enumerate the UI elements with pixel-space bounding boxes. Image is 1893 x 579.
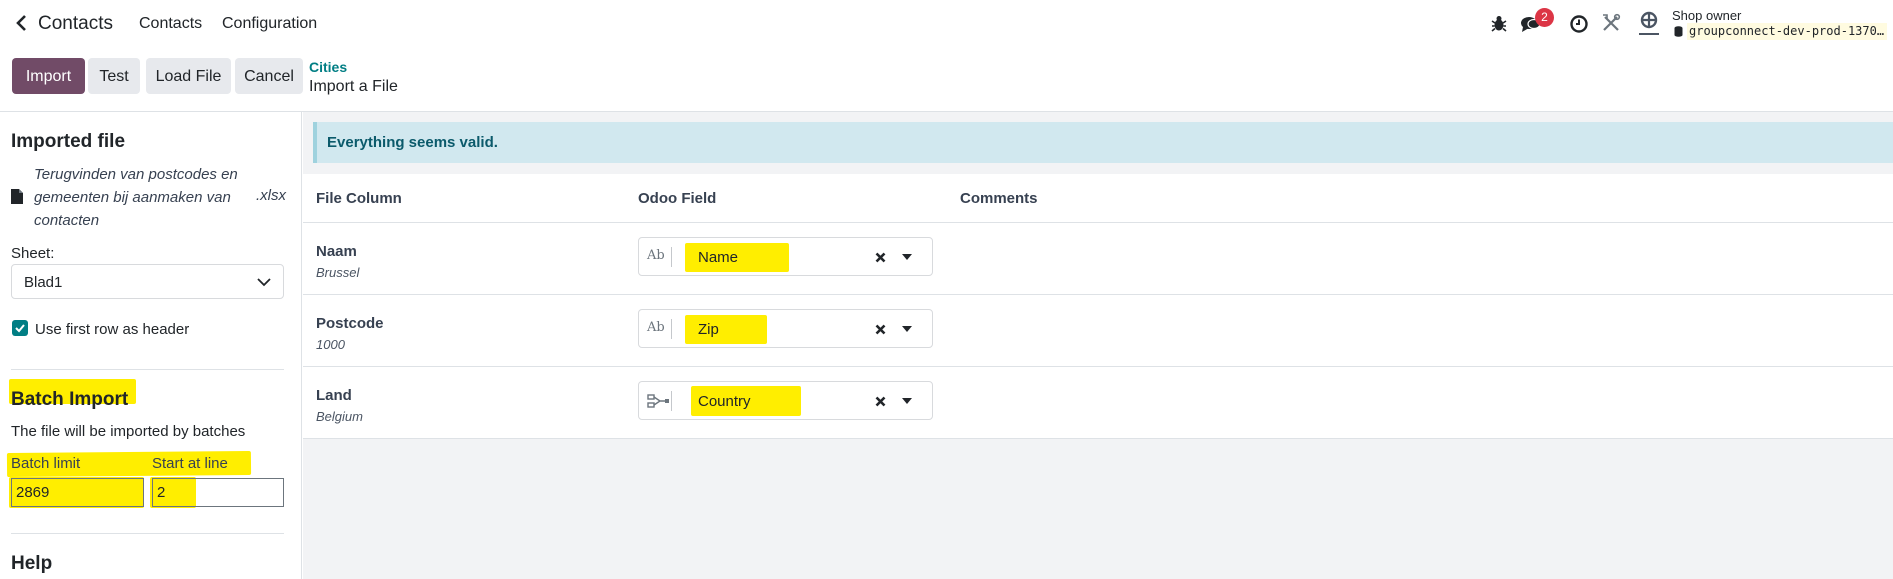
help-title: Help <box>11 553 53 574</box>
user-role[interactable]: Shop owner <box>1672 8 1741 23</box>
database-name[interactable]: groupconnect-dev-prod-1370… <box>1687 23 1888 40</box>
odoo-field-value: Country <box>698 393 751 410</box>
breadcrumb-parent[interactable]: Cities <box>309 59 347 75</box>
batch-limit-input[interactable]: 2869 <box>11 478 144 507</box>
header-file-column: File Column <box>316 190 402 207</box>
header-odoo-field: Odoo Field <box>638 190 717 207</box>
type-separator <box>671 247 672 267</box>
sheet-select[interactable]: Blad1 <box>11 264 284 299</box>
checkmark-icon <box>15 324 25 333</box>
start-at-line-label: Start at line <box>152 455 228 472</box>
use-first-row-header-label[interactable]: Use first row as header <box>35 321 189 338</box>
sidebar-divider <box>11 369 284 370</box>
start-at-line-input[interactable]: 2 <box>152 478 284 507</box>
relation-type-icon <box>647 394 669 408</box>
file-icon <box>11 189 23 204</box>
file-column-sample: Belgium <box>316 409 363 424</box>
database-icon <box>1674 26 1683 37</box>
imported-file-name: Terugvinden van postcodes en gemeenten b… <box>34 166 238 229</box>
cancel-button[interactable]: Cancel <box>235 58 303 94</box>
type-separator <box>671 391 672 411</box>
clear-icon[interactable] <box>875 396 886 407</box>
menu-item-contacts[interactable]: Contacts <box>139 15 202 33</box>
tools-icon[interactable] <box>1600 12 1622 34</box>
back-chevron-icon[interactable] <box>15 14 29 32</box>
clear-icon[interactable] <box>875 252 886 263</box>
odoo-field-select[interactable]: Ab Zip <box>638 309 933 348</box>
bug-icon[interactable] <box>1488 12 1510 34</box>
sheet-label: Sheet: <box>11 245 55 262</box>
table-row: Land Belgium Country <box>303 367 1893 439</box>
top-navbar: Contacts Contacts Configuration 2 Shop o… <box>0 0 1893 46</box>
batch-import-title: Batch Import <box>11 389 129 410</box>
menu-item-configuration[interactable]: Configuration <box>222 15 317 33</box>
odoo-field-select[interactable]: Ab Name <box>638 237 933 276</box>
batch-import-description: The file will be imported by batches <box>11 423 246 440</box>
file-column-sample: 1000 <box>316 337 345 352</box>
validation-alert-text: Everything seems valid. <box>327 134 498 151</box>
field-mapping-table: File Column Odoo Field Comments Naam Bru… <box>303 174 1893 439</box>
type-separator <box>671 319 672 339</box>
test-button[interactable]: Test <box>88 58 140 94</box>
imported-file-extension: .xlsx <box>256 187 286 204</box>
text-type-icon: Ab <box>647 248 665 263</box>
breadcrumb-current: Import a File <box>309 78 398 95</box>
company-logo-icon[interactable] <box>1636 10 1662 38</box>
file-column-name: Naam <box>316 243 357 260</box>
imported-file-title: Imported file <box>11 131 126 152</box>
message-count-badge: 2 <box>1535 8 1554 27</box>
caret-down-icon[interactable] <box>902 398 912 404</box>
file-column-name: Postcode <box>316 315 384 332</box>
table-row: Postcode 1000 Ab Zip <box>303 295 1893 367</box>
validation-alert: Everything seems valid. <box>313 122 1893 163</box>
sidebar-divider <box>11 533 284 534</box>
app-title[interactable]: Contacts <box>38 13 113 35</box>
sheet-selected-value: Blad1 <box>24 274 63 291</box>
clear-icon[interactable] <box>875 324 886 335</box>
odoo-field-select[interactable]: Country <box>638 381 933 420</box>
chevron-down-icon <box>257 278 271 287</box>
caret-down-icon[interactable] <box>902 254 912 260</box>
load-file-button[interactable]: Load File <box>146 58 231 94</box>
batch-limit-label: Batch limit <box>11 455 81 472</box>
odoo-field-value: Zip <box>698 321 719 338</box>
clock-icon[interactable] <box>1568 12 1590 34</box>
use-first-row-header-checkbox[interactable] <box>12 320 28 336</box>
file-column-name: Land <box>316 387 352 404</box>
file-column-sample: Brussel <box>316 265 360 280</box>
import-button[interactable]: Import <box>12 58 85 94</box>
table-row: Naam Brussel Ab Name <box>303 223 1893 295</box>
caret-down-icon[interactable] <box>902 326 912 332</box>
text-type-icon: Ab <box>647 320 665 335</box>
odoo-field-value: Name <box>698 249 739 266</box>
header-comments: Comments <box>960 190 1038 207</box>
